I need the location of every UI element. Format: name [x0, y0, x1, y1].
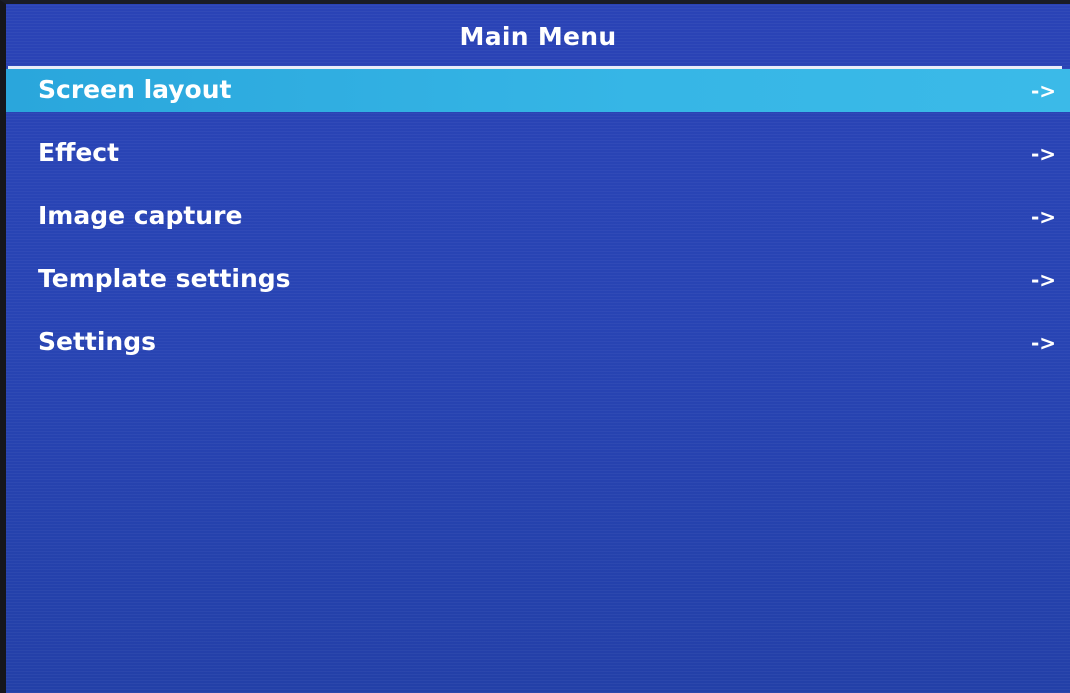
arrow-right-icon: ->: [1030, 331, 1056, 355]
arrow-right-icon: ->: [1030, 205, 1056, 229]
menu-item-label: Settings: [38, 327, 157, 356]
menu-item-screen-layout[interactable]: Screen layout ->: [6, 69, 1070, 112]
page-title: Main Menu: [459, 22, 617, 51]
menu-item-template-settings[interactable]: Template settings ->: [6, 258, 1070, 301]
arrow-right-icon: ->: [1030, 79, 1056, 103]
arrow-right-icon: ->: [1030, 142, 1056, 166]
menu-item-image-capture[interactable]: Image capture ->: [6, 195, 1070, 238]
menu-item-label: Effect: [38, 138, 120, 167]
menu-item-effect[interactable]: Effect ->: [6, 132, 1070, 175]
menu-item-label: Screen layout: [38, 75, 232, 104]
menu-item-settings[interactable]: Settings ->: [6, 321, 1070, 364]
menu-item-label: Image capture: [38, 201, 243, 230]
main-menu-list: Screen layout -> Effect -> Image capture…: [6, 69, 1070, 364]
menu-item-label: Template settings: [38, 264, 291, 293]
arrow-right-icon: ->: [1030, 268, 1056, 292]
main-menu-screen: Main Menu Screen layout -> Effect -> Ima…: [0, 0, 1070, 693]
